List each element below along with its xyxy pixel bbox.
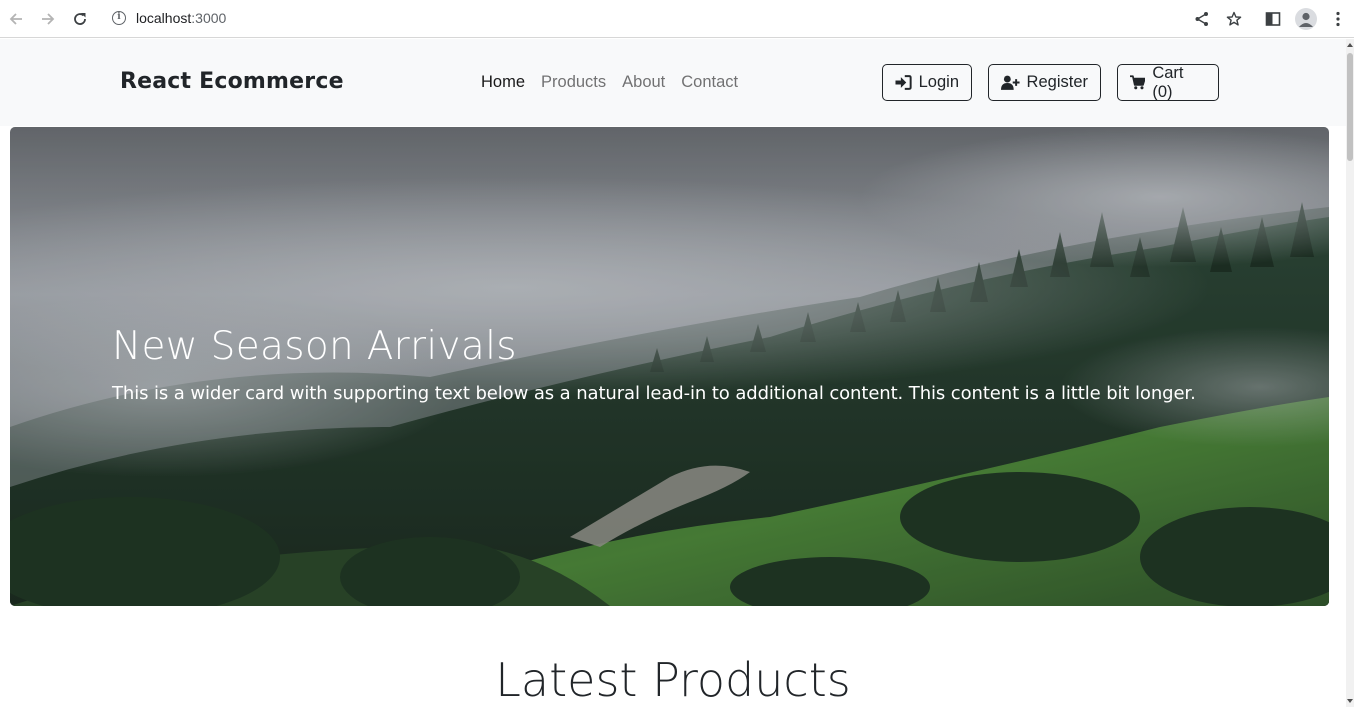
side-panel-icon[interactable] [1262, 8, 1284, 30]
sign-in-icon [895, 75, 912, 90]
address-bar[interactable]: i localhost:3000 [102, 4, 1252, 34]
register-label: Register [1026, 73, 1088, 91]
brand-logo[interactable]: React Ecommerce [120, 69, 344, 94]
nav-link-contact[interactable]: Contact [681, 73, 738, 92]
hero-title: New Season Arrivals [112, 324, 517, 369]
scroll-up-arrow-icon[interactable] [1347, 43, 1353, 47]
back-arrow-icon[interactable] [5, 8, 27, 30]
latest-products-title: Latest Products [495, 653, 851, 707]
forward-arrow-icon[interactable] [37, 8, 59, 30]
nav-link-home[interactable]: Home [481, 73, 525, 92]
scrollbar-thumb[interactable] [1347, 53, 1353, 161]
url-text: localhost:3000 [136, 10, 227, 26]
reload-icon[interactable] [69, 8, 91, 30]
profile-icon[interactable] [1295, 8, 1317, 30]
nav-link-about[interactable]: About [622, 73, 665, 92]
cart-label: Cart (0) [1152, 63, 1184, 101]
user-plus-icon [1001, 75, 1020, 90]
register-button[interactable]: Register [988, 64, 1101, 101]
info-icon[interactable]: i [112, 11, 126, 25]
page-scrollbar[interactable] [1346, 39, 1354, 707]
page: React Ecommerce Home Products About Cont… [0, 39, 1354, 707]
nav-link-products[interactable]: Products [541, 73, 606, 92]
menu-dots-icon[interactable] [1327, 8, 1349, 30]
scroll-down-arrow-icon[interactable] [1347, 699, 1353, 703]
hero-text: This is a wider card with supporting tex… [112, 383, 1196, 404]
cart-button[interactable]: Cart (0) [1117, 64, 1219, 101]
navbar: React Ecommerce Home Products About Cont… [0, 39, 1346, 126]
star-icon[interactable] [1223, 8, 1245, 30]
login-label: Login [918, 73, 959, 91]
shopping-cart-icon [1130, 75, 1146, 90]
share-icon[interactable] [1191, 8, 1213, 30]
hero-banner: New Season Arrivals This is a wider card… [10, 127, 1329, 606]
nav-links: Home Products About Contact [481, 73, 738, 92]
login-button[interactable]: Login [882, 64, 972, 101]
browser-toolbar: i localhost:3000 [0, 0, 1354, 38]
